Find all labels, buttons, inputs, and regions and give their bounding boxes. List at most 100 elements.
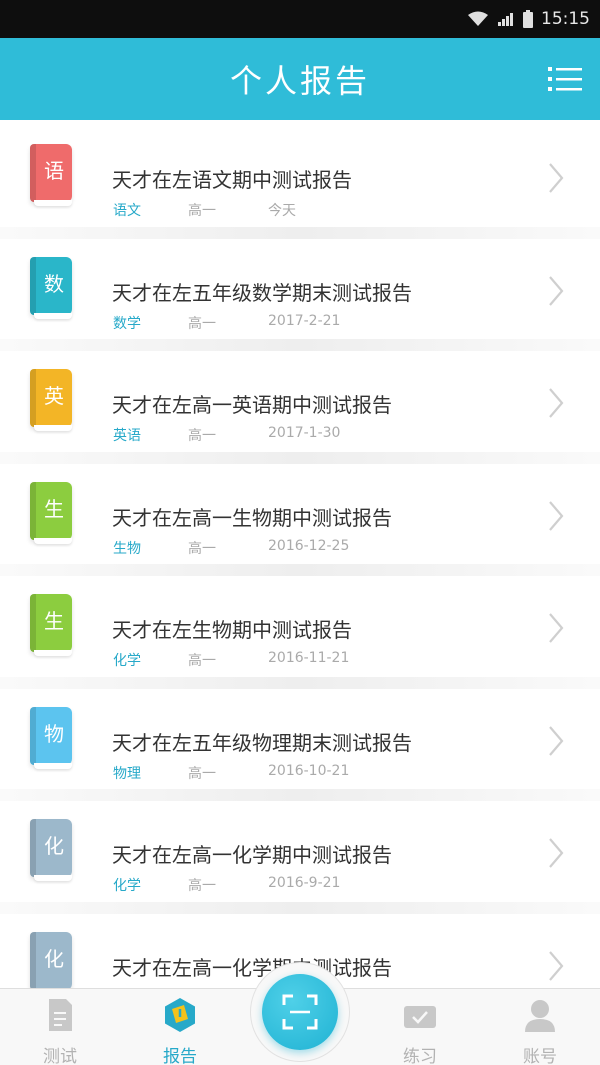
subject-glyph: 生 [44,496,64,521]
card-separator [0,339,600,351]
report-subject: 物理 [113,765,141,782]
book-spine [30,481,36,540]
tab-label: 报告 [163,1047,197,1065]
report-title: 天才在左高一英语期中测试报告 [112,393,392,417]
chevron-right-icon [549,613,564,643]
report-grade: 高一 [188,878,216,894]
report-subject: 语文 [113,203,141,219]
account-icon [525,1000,555,1032]
tab-account[interactable]: 账号 [480,989,600,1065]
book-spine [30,594,36,652]
tab-label: 测试 [43,1047,77,1065]
report-subject: 数学 [113,315,141,332]
subject-glyph: 化 [44,946,64,971]
chevron-right-icon [549,500,564,531]
book-spine [30,144,36,202]
card-separator [0,676,600,689]
book-spine [30,256,36,315]
app-header: 个人报告 [0,38,600,120]
subject-book-icon: 物 [30,706,72,769]
chevron-right-icon [549,275,564,306]
report-title: 天才在左高一化学期中测试报告 [112,843,392,867]
card-separator [0,789,600,801]
report-grade: 高一 [188,765,216,782]
book-pages [34,312,72,319]
subject-book-icon: 语 [30,144,72,206]
report-item[interactable]: 语 天才在左语文期中测试报告 语文 高一 今天 [0,126,600,238]
book-spine [30,819,36,877]
list-menu-icon[interactable] [548,66,582,92]
subject-book-icon: 数 [30,256,72,319]
card-separator [0,564,600,576]
chevron-right-icon [549,950,564,981]
subject-book-icon: 化 [30,819,72,881]
status-time: 15:15 [541,9,590,29]
report-item[interactable]: 英 天才在左高一英语期中测试报告 英语 高一 2017-1-30 [0,351,600,463]
chevron-right-icon [549,838,564,868]
subject-glyph: 语 [44,159,64,183]
scan-button[interactable] [262,974,338,1050]
report-title: 天才在左五年级数学期末测试报告 [112,280,412,305]
tab-test[interactable]: 测试 [0,989,120,1065]
report-date: 2016-12-25 [268,537,350,554]
report-list[interactable]: 语 天才在左语文期中测试报告 语文 高一 今天 数 天才在左五年级数学期末测试报… [0,120,600,988]
report-subject: 英语 [113,428,141,444]
subject-book-icon: 生 [30,481,72,544]
book-pages [34,425,72,431]
page-title: 个人报告 [229,62,370,100]
tab-label: 账号 [523,1047,557,1065]
status-bar: 15:15 [0,0,600,38]
book-pages [34,537,72,544]
report-grade: 高一 [188,315,216,332]
book-spine [30,931,36,988]
report-title: 天才在左语文期中测试报告 [112,168,352,192]
book-pages [34,200,72,206]
report-item[interactable]: 生 天才在左高一生物期中测试报告 生物 高一 2016-12-25 [0,463,600,576]
report-item[interactable]: 生 天才在左生物期中测试报告 化学 高一 2016-11-21 [0,576,600,688]
book-spine [30,706,36,765]
wifi-icon [468,11,488,26]
report-grade: 高一 [188,428,216,444]
card-separator [0,451,600,464]
report-grade: 高一 [188,540,216,557]
chevron-right-icon [549,163,564,193]
chevron-right-icon [549,725,564,756]
report-title: 天才在左高一生物期中测试报告 [112,505,392,530]
report-subject: 化学 [113,878,141,894]
book-pages [34,762,72,769]
report-title: 天才在左生物期中测试报告 [112,618,352,642]
subject-glyph: 化 [44,834,64,858]
subject-glyph: 数 [44,271,64,296]
tab-label: 练习 [403,1047,437,1065]
subject-glyph: 物 [44,721,64,746]
report-date: 2017-2-21 [268,312,341,329]
report-date: 今天 [268,203,296,219]
subject-glyph: 生 [44,609,64,633]
practice-icon [404,1006,436,1028]
card-separator [0,901,600,914]
test-paper-icon [49,999,72,1031]
tab-practice[interactable]: 练习 [360,989,480,1065]
scan-icon [282,994,318,1030]
card-separator [0,226,600,239]
subject-glyph: 英 [44,384,64,408]
report-title: 天才在左高一化学期中测试报告 [112,955,392,980]
report-subject: 化学 [113,653,141,669]
battery-icon [523,10,533,28]
tab-report[interactable]: 报告 [120,989,240,1065]
report-date: 2016-11-21 [268,650,350,666]
subject-book-icon: 生 [30,594,72,656]
report-grade: 高一 [188,203,216,219]
report-title: 天才在左五年级物理期末测试报告 [112,730,412,755]
report-grade: 高一 [188,653,216,669]
report-item[interactable]: 物 天才在左五年级物理期末测试报告 物理 高一 2016-10-21 [0,688,600,801]
book-spine [30,369,36,427]
report-subject: 生物 [113,540,141,557]
book-pages [34,650,72,656]
subject-book-icon: 英 [30,369,72,431]
report-item[interactable]: 化 天才在左高一化学期中测试报告 化学 高一 2016-9-21 [0,801,600,913]
report-date: 2016-10-21 [268,762,350,779]
report-item[interactable]: 数 天才在左五年级数学期末测试报告 数学 高一 2017-2-21 [0,238,600,351]
report-date: 2016-9-21 [268,875,341,891]
report-date: 2017-1-30 [268,425,341,441]
